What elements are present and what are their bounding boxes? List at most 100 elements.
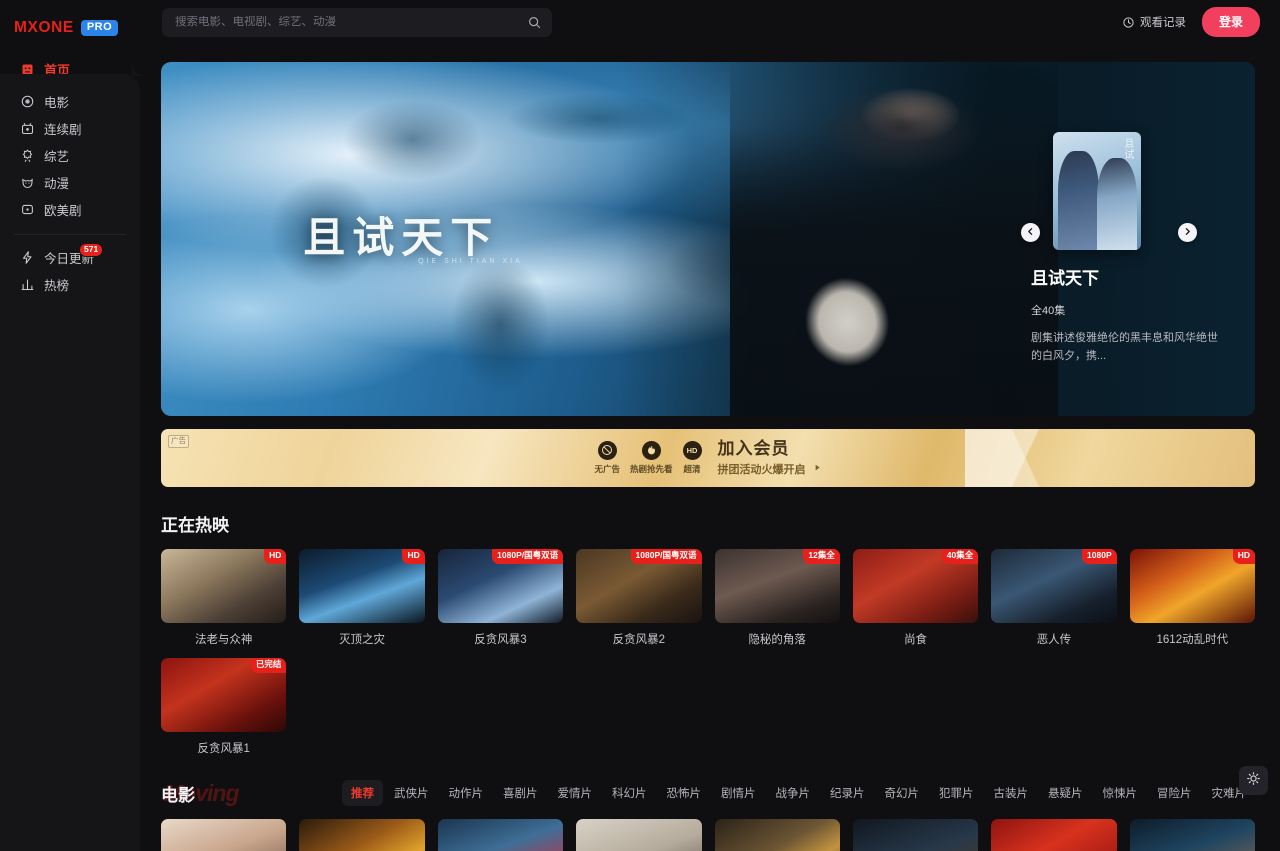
anime-cat-icon bbox=[20, 175, 35, 190]
play-arrow-icon[interactable] bbox=[813, 463, 822, 475]
media-card[interactable]: 1080P/国粤双语 反贪风暴2 bbox=[576, 549, 702, 647]
movie-tab-冒险片[interactable]: 冒险片 bbox=[1148, 780, 1201, 806]
media-card[interactable]: HD 法老与众神 bbox=[161, 549, 287, 647]
sidebar-item-hot-list[interactable]: 热榜 bbox=[0, 271, 140, 298]
media-card[interactable] bbox=[576, 819, 702, 851]
search-box[interactable] bbox=[162, 7, 552, 37]
media-badge: 40集全 bbox=[941, 549, 979, 564]
sidebar-category-list: 电影 连续剧 综艺 动漫 欧美剧 今日更新 571 热榜 bbox=[0, 74, 140, 298]
sidebar-item-series[interactable]: 连续剧 bbox=[0, 115, 140, 142]
hero-poster-thumbnail[interactable]: 且试 bbox=[1053, 132, 1141, 250]
movie-tab-科幻片[interactable]: 科幻片 bbox=[603, 780, 656, 806]
sidebar-item-anime-label: 动漫 bbox=[44, 177, 70, 191]
media-poster[interactable]: HD bbox=[161, 549, 287, 623]
media-poster[interactable] bbox=[576, 819, 702, 851]
media-title: 反贪风暴3 bbox=[474, 634, 527, 646]
media-card[interactable]: HD 1612动乱时代 bbox=[1129, 549, 1255, 647]
media-poster[interactable] bbox=[161, 819, 287, 851]
promo-feature-hd: HD 超清 bbox=[682, 440, 702, 475]
main-content: 且试天下 QIE SHI TIAN XIA 且试 且试天下 全40集 剧集讲述俊… bbox=[140, 44, 1280, 851]
media-poster[interactable] bbox=[991, 819, 1117, 851]
sidebar-item-movies[interactable]: 电影 bbox=[0, 88, 140, 115]
watch-history-button[interactable]: 观看记录 bbox=[1122, 14, 1186, 30]
media-badge: 已完结 bbox=[250, 658, 287, 673]
movie-tab-悬疑片[interactable]: 悬疑片 bbox=[1039, 780, 1092, 806]
media-card[interactable] bbox=[991, 819, 1117, 851]
sidebar-item-variety[interactable]: 综艺 bbox=[0, 142, 140, 169]
media-card[interactable] bbox=[714, 819, 840, 851]
hero-episode-count: 全40集 bbox=[1031, 305, 1066, 317]
media-title: 恶人传 bbox=[1036, 634, 1072, 646]
media-card[interactable] bbox=[299, 819, 425, 851]
media-badge: 1080P bbox=[1082, 549, 1117, 564]
media-poster[interactable] bbox=[714, 819, 840, 851]
promo-subtitle-row: 拼团活动火爆开启 bbox=[718, 461, 822, 477]
movie-tab-喜剧片[interactable]: 喜剧片 bbox=[494, 780, 547, 806]
media-card[interactable]: 12集全 隐秘的角落 bbox=[714, 549, 840, 647]
media-poster[interactable]: 1080P/国粤双语 bbox=[576, 549, 702, 623]
search-input[interactable] bbox=[175, 16, 527, 28]
movie-tab-奇幻片[interactable]: 奇幻片 bbox=[876, 780, 929, 806]
media-card[interactable]: HD 灭顶之灾 bbox=[299, 549, 425, 647]
movie-tab-剧情片[interactable]: 剧情片 bbox=[712, 780, 765, 806]
promo-text-block: 加入会员 拼团活动火爆开启 bbox=[718, 439, 822, 477]
media-card[interactable] bbox=[437, 819, 564, 851]
movie-tab-爱情片[interactable]: 爱情片 bbox=[549, 780, 602, 806]
media-card[interactable] bbox=[1129, 819, 1255, 851]
media-poster[interactable] bbox=[1129, 819, 1255, 851]
sidebar-nav-panel: 电影 连续剧 综艺 动漫 欧美剧 今日更新 571 热榜 bbox=[0, 74, 140, 851]
movie-tab-战争片[interactable]: 战争片 bbox=[767, 780, 820, 806]
login-button[interactable]: 登录 bbox=[1201, 7, 1260, 37]
hd-icon: HD bbox=[682, 440, 702, 460]
media-poster[interactable]: 40集全 bbox=[852, 549, 979, 623]
membership-promo-banner[interactable]: 广告 无广告 热剧抢先看 HD 超清 加入会员 拼团活动火爆开启 bbox=[161, 429, 1255, 487]
media-title: 灭顶之灾 bbox=[339, 634, 386, 646]
movie-tab-古装片[interactable]: 古装片 bbox=[985, 780, 1038, 806]
hero-romaji-title: QIE SHI TIAN XIA bbox=[418, 258, 523, 266]
media-card[interactable] bbox=[852, 819, 979, 851]
media-poster[interactable] bbox=[852, 819, 979, 851]
media-poster[interactable]: 12集全 bbox=[714, 549, 840, 623]
media-card[interactable]: 1080P 恶人传 bbox=[991, 549, 1117, 647]
ad-label: 广告 bbox=[168, 435, 189, 448]
media-poster[interactable] bbox=[299, 819, 425, 851]
theme-toggle-button[interactable] bbox=[1239, 766, 1268, 795]
media-title: 法老与众神 bbox=[194, 634, 253, 646]
movie-tab-纪录片[interactable]: 纪录片 bbox=[821, 780, 874, 806]
media-poster[interactable]: HD bbox=[1129, 549, 1255, 623]
hero-poster-caption: 且试 bbox=[1121, 137, 1133, 160]
media-poster[interactable]: 1080P bbox=[991, 549, 1117, 623]
clock-icon bbox=[1122, 16, 1135, 29]
movies-grid bbox=[161, 819, 1255, 851]
media-card[interactable]: 1080P/国粤双语反贪风暴3 bbox=[437, 549, 564, 647]
sidebar-panel-notch bbox=[132, 44, 150, 76]
search-icon[interactable] bbox=[527, 15, 542, 30]
media-card[interactable]: 已完结 反贪风暴1 bbox=[161, 658, 287, 756]
media-poster[interactable] bbox=[437, 819, 564, 851]
media-badge: HD bbox=[402, 549, 425, 564]
movie-tab-惊悚片[interactable]: 惊悚片 bbox=[1094, 780, 1147, 806]
sidebar-item-today-update[interactable]: 今日更新 571 bbox=[0, 243, 140, 271]
movie-tab-犯罪片[interactable]: 犯罪片 bbox=[930, 780, 983, 806]
movie-tab-动作片[interactable]: 动作片 bbox=[440, 780, 493, 806]
media-card[interactable] bbox=[161, 819, 287, 851]
carousel-next-button[interactable] bbox=[1178, 223, 1197, 242]
sidebar-item-western[interactable]: 欧美剧 bbox=[0, 196, 140, 223]
sidebar-item-anime[interactable]: 动漫 bbox=[0, 169, 140, 196]
brand-name: MXONE bbox=[14, 18, 74, 36]
media-poster[interactable]: 1080P/国粤双语 bbox=[437, 549, 564, 623]
movie-tab-推荐[interactable]: 推荐 bbox=[342, 780, 383, 806]
promo-feature-early-access-label: 热剧抢先看 bbox=[630, 463, 673, 474]
media-badge: 1080P/国粤双语 bbox=[630, 549, 702, 564]
media-card[interactable]: 40集全尚食 bbox=[852, 549, 979, 647]
carousel-prev-button[interactable] bbox=[1021, 223, 1040, 242]
media-title: 尚食 bbox=[904, 634, 928, 646]
movie-tab-武侠片[interactable]: 武侠片 bbox=[385, 780, 438, 806]
brand-logo[interactable]: MXONE PRO bbox=[0, 0, 140, 44]
movie-tab-恐怖片[interactable]: 恐怖片 bbox=[658, 780, 711, 806]
media-poster[interactable]: HD bbox=[299, 549, 425, 623]
hero-carousel[interactable]: 且试天下 QIE SHI TIAN XIA 且试 且试天下 全40集 剧集讲述俊… bbox=[161, 62, 1255, 416]
media-poster[interactable]: 已完结 bbox=[161, 658, 287, 732]
lightning-icon bbox=[20, 250, 35, 265]
now-showing-grid: HD 法老与众神 HD 灭顶之灾 1080P/国粤双语 反贪风暴3 1080P/国粤双语 反贪… bbox=[161, 549, 1255, 756]
